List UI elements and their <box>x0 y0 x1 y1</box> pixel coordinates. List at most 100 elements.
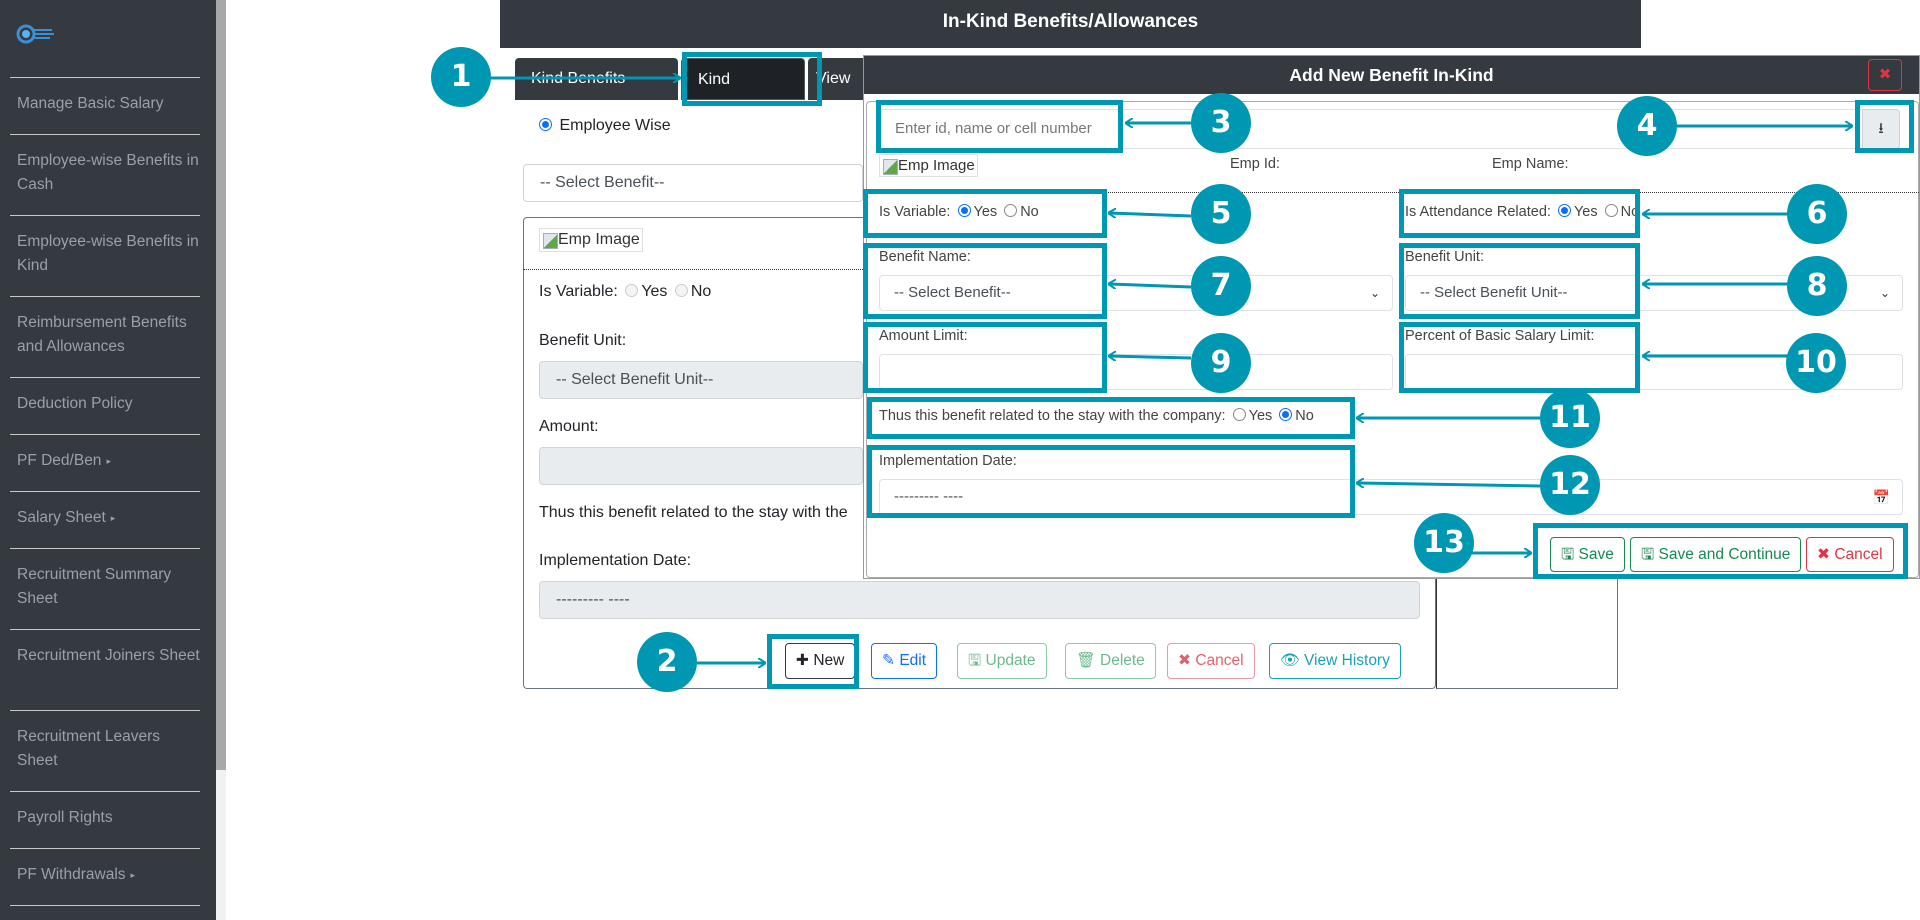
cancel-icon: ✖ <box>1817 546 1830 563</box>
amount-limit-input[interactable] <box>879 354 1393 390</box>
radio-no[interactable] <box>1004 204 1018 217</box>
is-variable-label: Is Variable: <box>879 204 951 220</box>
sidebar-item-label: Payroll Rights <box>17 809 113 826</box>
percent-limit-label: Percent of Basic Salary Limit: <box>1405 328 1595 344</box>
modal-cancel-button[interactable]: ✖ Cancel <box>1806 537 1894 572</box>
button-label: Update <box>985 652 1036 669</box>
sidebar-item-manage-basic-salary[interactable]: Manage Basic Salary <box>10 77 200 134</box>
radio-yes[interactable] <box>1232 408 1246 421</box>
amount-label: Amount: <box>539 418 599 435</box>
annotation-badge-11: 11 <box>1540 388 1600 448</box>
yes-label: Yes <box>641 283 668 300</box>
yes-label: Yes <box>973 204 998 220</box>
download-icon[interactable]: ⭳ <box>1862 109 1900 149</box>
benefit-unit-select[interactable]: -- Select Benefit Unit-- <box>539 361 863 399</box>
radio-yes-checked[interactable] <box>1557 204 1571 217</box>
sidebar-divider <box>10 905 200 920</box>
sidebar-item-pf-ded-ben[interactable]: PF Ded/Ben ▸ <box>10 434 200 491</box>
save-icon: 🖫 <box>1561 546 1575 563</box>
employee-wise-radio[interactable]: Employee Wise <box>536 117 671 135</box>
is-variable-field: Is Variable: Yes No <box>539 283 711 301</box>
benefit-unit-label: Benefit Unit: <box>539 332 627 349</box>
radio-no[interactable] <box>1604 204 1618 217</box>
sidebar-scrollbar-thumb[interactable] <box>216 0 226 770</box>
benefit-select[interactable]: -- Select Benefit-- <box>523 164 863 202</box>
annotation-badge-6: 6 <box>1787 184 1847 244</box>
button-label: Delete <box>1100 652 1145 669</box>
sidebar-item-recruitment-leavers[interactable]: Recruitment Leavers Sheet <box>10 710 200 791</box>
sidebar-item-label: Manage Basic Salary <box>17 95 164 112</box>
implementation-date-label: Implementation Date: <box>879 453 1017 469</box>
tab-kind-benefits[interactable]: Kind Benefits <box>681 58 805 130</box>
plus-icon: ✚ <box>796 652 809 669</box>
annotation-badge-3: 3 <box>1191 93 1251 153</box>
benefit-name-label: Benefit Name: <box>879 249 971 265</box>
new-button[interactable]: ✚ New <box>785 643 856 679</box>
modal-title: Add New Benefit In-Kind <box>864 56 1919 94</box>
select-value: -- Select Benefit Unit-- <box>1420 284 1568 301</box>
radio-no-checked[interactable] <box>1279 408 1293 421</box>
stay-related-field: Thus this benefit related to the stay wi… <box>879 408 1314 424</box>
is-variable-label: Is Variable: <box>539 283 618 300</box>
annotation-badge-12: 12 <box>1540 455 1600 515</box>
sidebar-item-pf-withdrawals[interactable]: PF Withdrawals ▸ <box>10 848 200 905</box>
is-attendance-related-field: Is Attendance Related: Yes No <box>1405 204 1639 220</box>
sidebar-item-salary-sheet[interactable]: Salary Sheet ▸ <box>10 491 200 548</box>
annotation-badge-7: 7 <box>1191 256 1251 316</box>
annotation-badge-9: 9 <box>1191 333 1251 393</box>
benefit-name-select[interactable]: -- Select Benefit-- ⌄ <box>879 275 1393 311</box>
radio-yes-checked[interactable] <box>957 204 971 217</box>
close-icon[interactable]: ✖ <box>1868 59 1902 91</box>
tab-view[interactable]: View <box>808 58 868 100</box>
radio-yes[interactable] <box>625 284 639 297</box>
sidebar-item-label: PF Ded/Ben <box>17 452 102 470</box>
cancel-button[interactable]: ✖ Cancel <box>1167 643 1255 679</box>
implementation-date-input[interactable]: --------- ---- <box>539 581 1420 619</box>
stay-label: Thus this benefit related to the stay wi… <box>879 408 1226 424</box>
date-value: --------- ---- <box>894 488 964 505</box>
radio-no[interactable] <box>674 284 688 297</box>
button-label: Cancel <box>1834 546 1883 563</box>
sidebar-item-benefits-in-cash[interactable]: Employee-wise Benefits in Cash <box>10 134 200 215</box>
sidebar-item-reimbursement[interactable]: Reimbursement Benefits and Allowances <box>10 296 200 377</box>
button-label: Edit <box>899 652 927 669</box>
benefit-unit-label: Benefit Unit: <box>1405 249 1484 265</box>
emp-name-label: Emp Name: <box>1492 156 1569 172</box>
save-and-continue-button[interactable]: 🖫 Save and Continue <box>1630 537 1802 572</box>
edit-button[interactable]: ✎ Edit <box>871 643 938 679</box>
emp-image-placeholder: Emp Image <box>539 228 643 252</box>
company-logo-icon <box>16 24 54 44</box>
delete-button[interactable]: 🗑 Delete <box>1065 643 1156 679</box>
implementation-date-input[interactable]: --------- ---- 📅 <box>879 479 1903 515</box>
sidebar-item-label: Reimbursement Benefits and Allowances <box>17 314 187 355</box>
save-icon: 🖫 <box>968 652 982 669</box>
tab-kind-benefits-type[interactable]: Kind Benefits Type <box>515 58 678 129</box>
button-label: View History <box>1304 652 1390 669</box>
select-value: -- Select Benefit-- <box>894 284 1011 301</box>
no-label: No <box>1295 408 1314 424</box>
sidebar-item-recruitment-summary[interactable]: Recruitment Summary Sheet <box>10 548 200 629</box>
add-benefit-modal: Add New Benefit In-Kind ✖ Enter id, name… <box>863 55 1920 579</box>
button-label: New <box>813 652 845 669</box>
employee-search-input[interactable]: Enter id, name or cell number <box>880 109 1900 149</box>
yes-label: Yes <box>1573 204 1598 220</box>
caret-right-icon: ▸ <box>130 870 136 880</box>
no-label: No <box>690 283 712 300</box>
chevron-down-icon: ⌄ <box>1879 286 1890 300</box>
update-button[interactable]: 🖫 Update <box>957 643 1047 679</box>
sidebar: Manage Basic Salary Employee-wise Benefi… <box>0 0 216 920</box>
no-label: No <box>1620 204 1640 220</box>
amount-input[interactable] <box>539 447 863 485</box>
divider <box>523 269 863 270</box>
sidebar-item-label: Recruitment Joiners Sheet <box>17 647 200 664</box>
emp-image-placeholder: Emp Image <box>879 154 978 177</box>
sidebar-item-recruitment-joiners[interactable]: Recruitment Joiners Sheet <box>10 629 200 710</box>
calendar-icon[interactable]: 📅 <box>1873 480 1890 514</box>
sidebar-item-benefits-in-kind[interactable]: Employee-wise Benefits in Kind <box>10 215 200 296</box>
edit-icon: ✎ <box>882 652 895 669</box>
view-history-button[interactable]: 👁 View History <box>1269 643 1401 679</box>
save-button[interactable]: 🖫 Save <box>1550 537 1625 572</box>
sidebar-item-deduction-policy[interactable]: Deduction Policy <box>10 377 200 434</box>
sidebar-item-payroll-rights[interactable]: Payroll Rights <box>10 791 200 848</box>
save-icon: 🖫 <box>1641 546 1655 563</box>
